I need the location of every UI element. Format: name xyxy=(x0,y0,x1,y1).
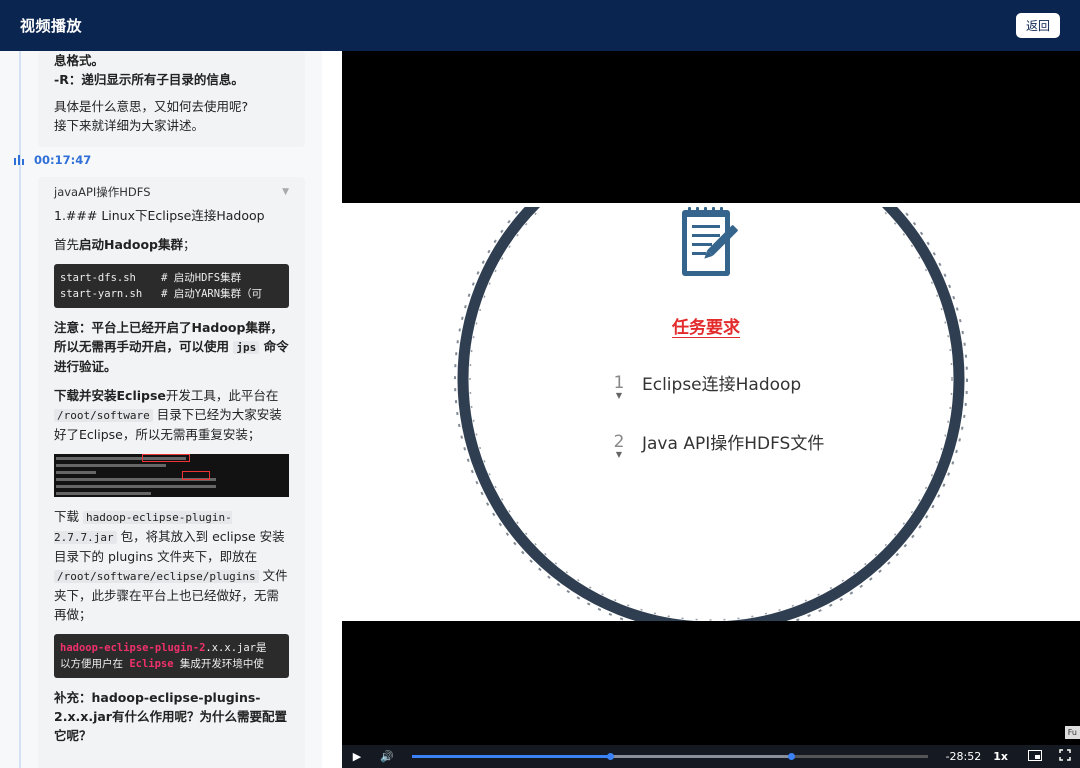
slide-item: 2 ▼ Java API操作HDFS文件 xyxy=(610,432,825,459)
terminal-screenshot xyxy=(54,454,289,497)
item-text: Eclipse连接Hadoop xyxy=(642,375,802,395)
progress-fill xyxy=(412,755,611,758)
pip-icon[interactable] xyxy=(1020,749,1050,764)
section-title: 1.### Linux下Eclipse连接Hadoop xyxy=(54,208,265,223)
slide-title: 任务要求 xyxy=(672,318,740,338)
note-text: 接下来就详细为大家讲述。 xyxy=(54,118,205,133)
timestamp-link[interactable]: 00:17:47 xyxy=(34,153,91,167)
note-text: -R：递归显示所有子目录的信息。 xyxy=(54,72,244,87)
item-number: 2 xyxy=(613,432,625,452)
code-block: hadoop-eclipse-plugin-2.x.x.jar是 以方便用户在 E… xyxy=(54,634,289,678)
note-text: 具体是什么意思，又如何去使用呢? xyxy=(54,99,249,114)
note-paragraph: 下载 hadoop-eclipse-plugin-2.7.7.jar 包，将其放… xyxy=(54,509,288,622)
audio-bars-icon xyxy=(14,155,24,165)
player-controls: ▶ 🔊 -28:52 1x xyxy=(342,745,1080,768)
note-card: 息格式。 -R：递归显示所有子目录的信息。 具体是什么意思，又如何去使用呢? 接… xyxy=(38,51,305,147)
note-paragraph: 补充：hadoop-eclipse-plugins-2.x.x.jar有什么作用… xyxy=(54,690,287,743)
slide-graphic xyxy=(342,203,1080,621)
item-marker-icon: ▼ xyxy=(615,391,623,400)
progress-handle[interactable] xyxy=(607,753,615,760)
note-text: 息格式。 xyxy=(54,53,105,68)
video-player[interactable]: 任务要求 1 ▼ Eclipse连接Hadoop 2 ▼ Java API操作H… xyxy=(342,51,1080,768)
notepad-pencil-icon xyxy=(682,207,738,276)
top-bar: 视频播放 返回 xyxy=(0,0,1080,51)
playback-rate-button[interactable]: 1x xyxy=(993,750,1008,763)
video-frame: 任务要求 1 ▼ Eclipse连接Hadoop 2 ▼ Java API操作H… xyxy=(342,203,1080,621)
time-remaining: -28:52 xyxy=(945,750,982,763)
item-marker-icon: ▼ xyxy=(615,450,623,459)
note-paragraph: 下载并安装Eclipse开发工具，此平台在 /root/software 目录下… xyxy=(54,388,282,442)
fullscreen-tooltip: Fu xyxy=(1064,726,1080,739)
buffer-marker xyxy=(787,753,795,760)
scrollbar-track[interactable] xyxy=(322,51,342,768)
code-block: start-dfs.sh # 启动HDFS集群 start-yarn.sh # 启… xyxy=(54,264,289,308)
note-card: javaAPI操作HDFS ▼ 1.### Linux下Eclipse连接Had… xyxy=(38,177,305,768)
note-heading: javaAPI操作HDFS xyxy=(54,185,151,199)
note-header: javaAPI操作HDFS ▼ xyxy=(54,183,289,202)
volume-icon[interactable]: 🔊 xyxy=(372,750,402,763)
item-number: 1 xyxy=(613,373,625,393)
item-text: Java API操作HDFS文件 xyxy=(642,434,825,454)
note-paragraph: 注意：平台上已经开启了Hadoop集群，所以无需再手动开启，可以使用 jps 命… xyxy=(54,320,289,374)
timestamp-marker[interactable]: 00:17:47 xyxy=(14,153,91,167)
note-paragraph: 首先启动Hadoop集群； xyxy=(54,237,196,252)
play-icon[interactable]: ▶ xyxy=(342,750,372,763)
notes-panel[interactable]: 息格式。 -R：递归显示所有子目录的信息。 具体是什么意思，又如何去使用呢? 接… xyxy=(0,51,342,768)
back-button[interactable]: 返回 xyxy=(1015,13,1060,38)
page-title: 视频播放 xyxy=(20,17,83,35)
progress-bar[interactable] xyxy=(412,753,928,760)
fullscreen-icon[interactable] xyxy=(1050,749,1080,764)
slide-item: 1 ▼ Eclipse连接Hadoop xyxy=(610,373,802,400)
collapse-caret-icon[interactable]: ▼ xyxy=(282,183,289,202)
